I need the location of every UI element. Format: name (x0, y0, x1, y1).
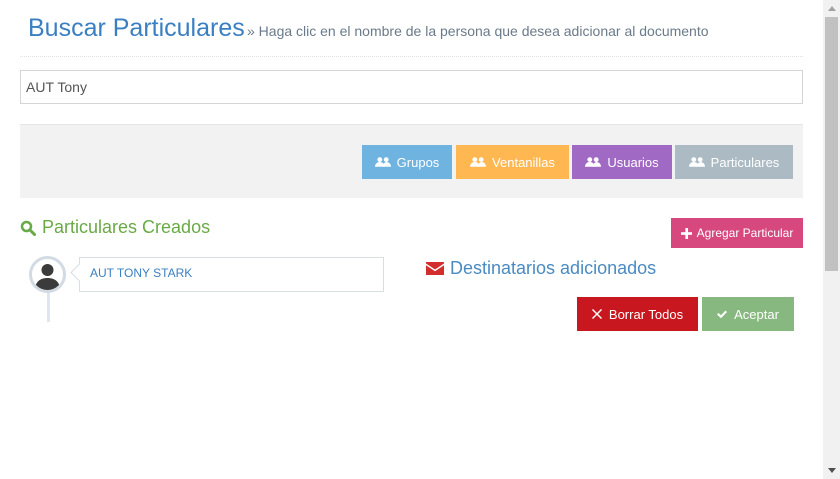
scrollbar-thumb[interactable] (825, 17, 838, 271)
avatar (29, 256, 66, 293)
clear-all-button[interactable]: Borrar Todos (577, 297, 698, 331)
accept-button[interactable]: Aceptar (702, 297, 794, 331)
envelope-icon (426, 262, 444, 275)
search-input[interactable] (20, 70, 803, 104)
filter-grupos-button[interactable]: Grupos (362, 145, 452, 179)
add-particular-button[interactable]: Agregar Particular (671, 218, 803, 248)
page-subtitle: » Haga clic en el nombre de la persona q… (247, 23, 709, 39)
users-icon (585, 157, 602, 167)
search-particulares-dialog: Buscar Particulares » Haga clic en el no… (0, 0, 823, 479)
filter-toolbar: Grupos Ventanillas Usuarios Particulares (20, 124, 803, 198)
user-silhouette-icon (35, 264, 60, 290)
accept-label: Aceptar (734, 306, 779, 322)
filter-label: Particulares (710, 154, 780, 170)
header-divider (20, 56, 803, 57)
filter-particulares-button[interactable]: Particulares (675, 145, 793, 179)
filter-usuarios-button[interactable]: Usuarios (572, 145, 672, 179)
users-icon (470, 157, 487, 167)
users-icon (688, 157, 705, 167)
created-section-heading: Particulares Creados (20, 217, 210, 238)
search-icon (20, 220, 36, 236)
users-icon (374, 157, 391, 167)
scroll-up-arrow-icon[interactable] (823, 0, 840, 17)
plus-icon (680, 227, 692, 239)
person-name[interactable]: AUT TONY STARK (90, 266, 192, 280)
scroll-down-arrow-icon[interactable] (823, 462, 840, 479)
clear-all-label: Borrar Todos (608, 306, 684, 322)
recipients-heading: Destinatarios adicionados (426, 258, 656, 279)
filter-label: Usuarios (607, 154, 659, 170)
vertical-scrollbar[interactable] (823, 0, 840, 479)
page-title: Buscar Particulares (28, 14, 245, 42)
close-icon (591, 309, 602, 319)
filter-ventanillas-button[interactable]: Ventanillas (456, 145, 569, 179)
check-icon (717, 310, 728, 319)
person-list-item[interactable]: AUT TONY STARK (79, 257, 384, 292)
filter-label: Ventanillas (492, 154, 555, 170)
created-section-title: Particulares Creados (42, 217, 211, 237)
recipients-title: Destinatarios adicionados (450, 258, 657, 278)
add-particular-label: Agregar Particular (696, 226, 794, 240)
filter-label: Grupos (396, 154, 440, 170)
